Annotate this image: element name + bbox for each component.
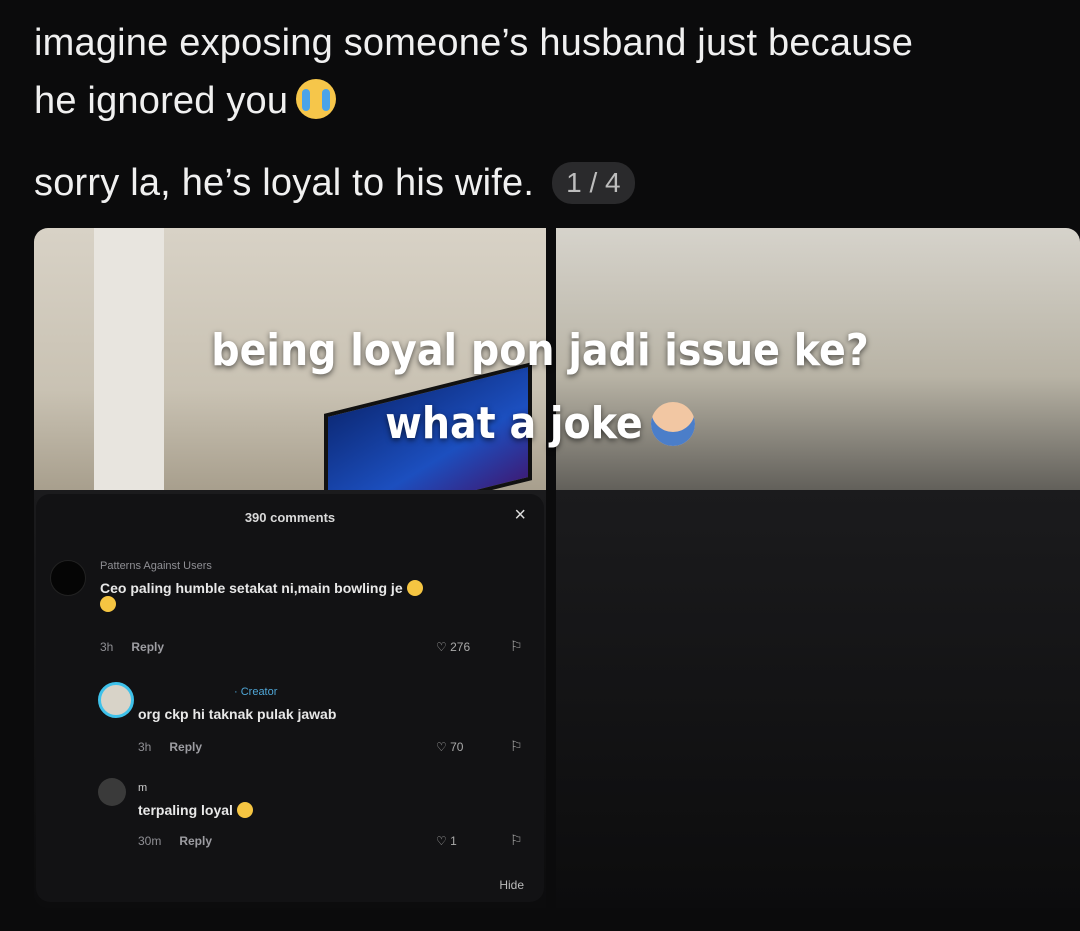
- like-count: 70: [450, 740, 464, 754]
- comment-meta: 3h Reply: [100, 640, 164, 654]
- overlay-caption-2-row: what a joke: [0, 398, 1080, 449]
- close-icon[interactable]: ×: [514, 504, 526, 527]
- comment-item: Patterns Against Users Ceo paling humble…: [36, 554, 544, 674]
- comment-text: org ckp hi taknak pulak jawab: [138, 706, 337, 722]
- smiley-emoji-icon: [406, 580, 423, 596]
- comment-reply-item: m terpaling loyal 30m Reply ♡ 1 ⚐: [36, 774, 544, 864]
- reply-button[interactable]: Reply: [179, 834, 212, 848]
- comment-text: terpaling loyal: [138, 802, 253, 818]
- comment-reply-item: · Creator org ckp hi taknak pulak jawab …: [36, 676, 544, 766]
- dislike-icon[interactable]: ⚐: [510, 832, 523, 849]
- heart-icon: ♡: [436, 834, 447, 848]
- dislike-icon[interactable]: ⚐: [510, 638, 523, 655]
- heart-icon: ♡: [436, 640, 447, 654]
- avatar[interactable]: [50, 560, 86, 596]
- post-line-2: he ignored you: [34, 72, 1054, 130]
- like-count: 1: [450, 834, 457, 848]
- comment-text-content: terpaling loyal: [138, 802, 233, 818]
- overlay-caption-2: what a joke: [385, 398, 643, 449]
- avatar[interactable]: [98, 778, 126, 806]
- comment-meta: 3h Reply: [138, 740, 202, 754]
- like-button[interactable]: ♡ 70: [436, 740, 463, 754]
- like-button[interactable]: ♡ 1: [436, 834, 457, 848]
- post-line-3-row: sorry la, he’s loyal to his wife. 1 / 4: [34, 154, 635, 212]
- comments-panel: 390 comments × Patterns Against Users Ce…: [36, 494, 544, 902]
- post-line-2-text: he ignored you: [34, 80, 289, 122]
- comment-username[interactable]: m: [138, 782, 147, 794]
- smiley-emoji-icon: [236, 802, 253, 818]
- dislike-icon[interactable]: ⚐: [510, 738, 523, 755]
- comment-username[interactable]: Patterns Against Users: [100, 560, 212, 572]
- like-button[interactable]: ♡ 276: [436, 640, 470, 654]
- comment-text-content: Ceo paling humble setakat ni,main bowlin…: [100, 580, 403, 596]
- creator-tag: · Creator: [234, 686, 278, 698]
- post-line-3: sorry la, he’s loyal to his wife.: [34, 162, 535, 204]
- comment-time: 3h: [100, 640, 114, 654]
- like-count: 276: [450, 640, 471, 654]
- comments-count: 390 comments: [244, 510, 336, 525]
- comment-text: Ceo paling humble setakat ni,main bowlin…: [100, 580, 510, 612]
- shrug-emoji-icon: [650, 402, 695, 446]
- comment-time: 3h: [138, 740, 152, 754]
- smiley-emoji-icon: [100, 596, 116, 612]
- crying-emoji-icon: [296, 79, 337, 119]
- post-caption: imagine exposing someone’s husband just …: [34, 14, 1054, 130]
- reply-button[interactable]: Reply: [131, 640, 164, 654]
- heart-icon: ♡: [436, 740, 447, 754]
- reply-button[interactable]: Reply: [169, 740, 202, 754]
- post-line-1: imagine exposing someone’s husband just …: [34, 22, 914, 64]
- comment-time: 30m: [138, 834, 162, 848]
- avatar[interactable]: [98, 682, 134, 718]
- overlay-caption-1: being loyal pon jadi issue ke?: [211, 325, 869, 376]
- comment-meta: 30m Reply: [138, 834, 212, 848]
- hide-button[interactable]: Hide: [499, 878, 524, 892]
- photo-dark-area-right: [556, 490, 1080, 908]
- image-counter-badge: 1 / 4: [552, 162, 635, 204]
